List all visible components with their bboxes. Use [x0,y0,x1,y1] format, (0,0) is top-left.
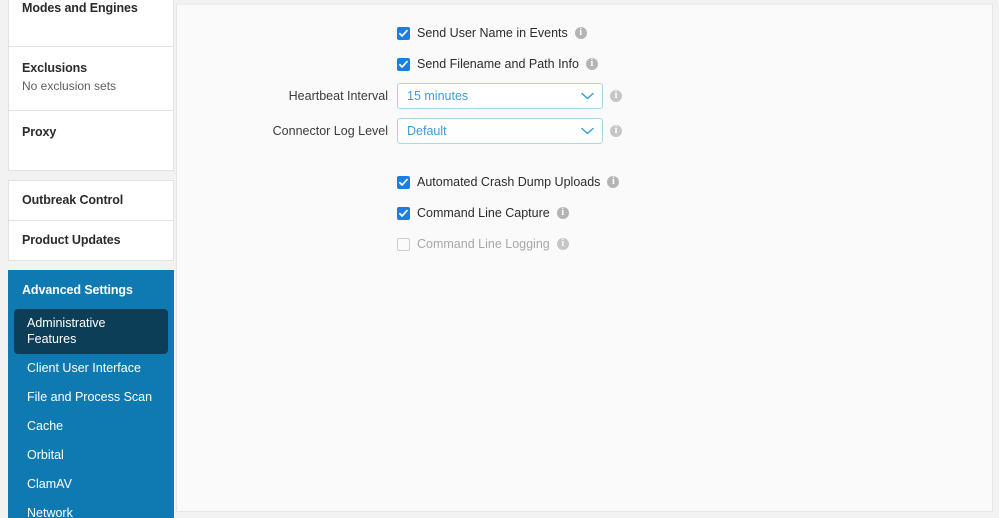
setting-row-automated-crash-dump-uploads: Automated Crash Dump Uploads [177,170,992,194]
sidebar-item-outbreak-control[interactable]: Outbreak Control [8,180,174,220]
info-circle-icon[interactable] [556,237,569,251]
setting-row-send-filename-path: Send Filename and Path Info [177,52,992,76]
sidebar-item-file-and-process-scan[interactable]: File and Process Scan [9,383,173,412]
info-circle-icon[interactable] [585,57,598,71]
sidebar-item-label: Product Updates [22,233,121,247]
administrative-features-panel: Send User Name in Events Send Filename a… [176,3,993,512]
sidebar-item-modes-and-engines[interactable]: Modes and Engines [8,0,174,46]
policy-sections-group: Modes and Engines Exclusions No exclusio… [8,0,174,171]
command-line-capture-checkbox[interactable] [397,206,410,220]
chevron-down-icon [581,92,594,100]
settings-form: Send User Name in Events Send Filename a… [177,5,992,263]
connector-log-level-label: Connector Log Level [272,123,388,138]
setting-row-command-line-logging: Command Line Logging [177,232,992,256]
sidebar-item-clamav[interactable]: ClamAV [9,470,173,499]
sidebar-item-label: Modes and Engines [22,1,138,15]
checkmark-icon [398,178,408,186]
checkmark-icon [398,29,408,37]
sidebar-item-subtitle: No exclusion sets [22,79,117,93]
sidebar-item-proxy[interactable]: Proxy [8,110,174,171]
send-user-name-checkbox[interactable] [397,26,410,40]
connector-log-level-select[interactable]: Default [397,118,603,144]
sidebar-item-label: Exclusions [22,61,87,75]
sidebar-item-label: Proxy [22,125,57,139]
command-line-capture-label: Command Line Capture [417,205,550,220]
checkmark-icon [398,60,408,68]
setting-row-send-user-name: Send User Name in Events [177,21,992,45]
policy-nav-sidebar: Modes and Engines Exclusions No exclusio… [8,0,174,518]
info-circle-icon[interactable] [574,26,587,40]
info-circle-icon[interactable] [556,206,569,220]
sidebar-item-advanced-settings[interactable]: Advanced Settings [9,271,173,309]
send-filename-path-label: Send Filename and Path Info [417,56,579,71]
connector-log-level-value: Default [407,123,447,138]
setting-row-command-line-capture: Command Line Capture [177,201,992,225]
automated-crash-dump-uploads-label: Automated Crash Dump Uploads [417,174,601,189]
sidebar-group-advanced-settings: Advanced Settings Administrative Feature… [8,270,174,518]
info-circle-icon[interactable] [610,124,622,138]
command-line-logging-checkbox [397,237,410,251]
sidebar-item-network[interactable]: Network [9,499,173,518]
sidebar-item-cache[interactable]: Cache [9,412,173,441]
heartbeat-interval-label: Heartbeat Interval [288,88,388,103]
sidebar-item-label: Outbreak Control [22,193,124,207]
setting-row-heartbeat-interval: Heartbeat Interval 15 minutes [177,83,992,109]
command-line-logging-label: Command Line Logging [417,236,550,251]
sidebar-item-product-updates[interactable]: Product Updates [8,220,174,261]
sidebar-item-client-user-interface[interactable]: Client User Interface [9,354,173,383]
automated-crash-dump-uploads-checkbox[interactable] [397,175,410,189]
checkmark-icon [398,209,408,217]
sidebar-item-orbital[interactable]: Orbital [9,441,173,470]
info-circle-icon[interactable] [607,175,620,189]
send-filename-path-checkbox[interactable] [397,57,410,71]
send-user-name-label: Send User Name in Events [417,25,568,40]
info-circle-icon[interactable] [610,89,622,103]
heartbeat-interval-value: 15 minutes [407,88,469,103]
policy-settings-screen: Modes and Engines Exclusions No exclusio… [0,0,999,518]
heartbeat-interval-select[interactable]: 15 minutes [397,83,603,109]
chevron-down-icon [581,127,594,135]
controls-group: Outbreak Control Product Updates [8,180,174,261]
setting-row-connector-log-level: Connector Log Level Default [177,118,992,144]
sidebar-item-administrative-features[interactable]: Administrative Features [14,309,168,354]
sidebar-item-exclusions[interactable]: Exclusions No exclusion sets [8,46,174,110]
